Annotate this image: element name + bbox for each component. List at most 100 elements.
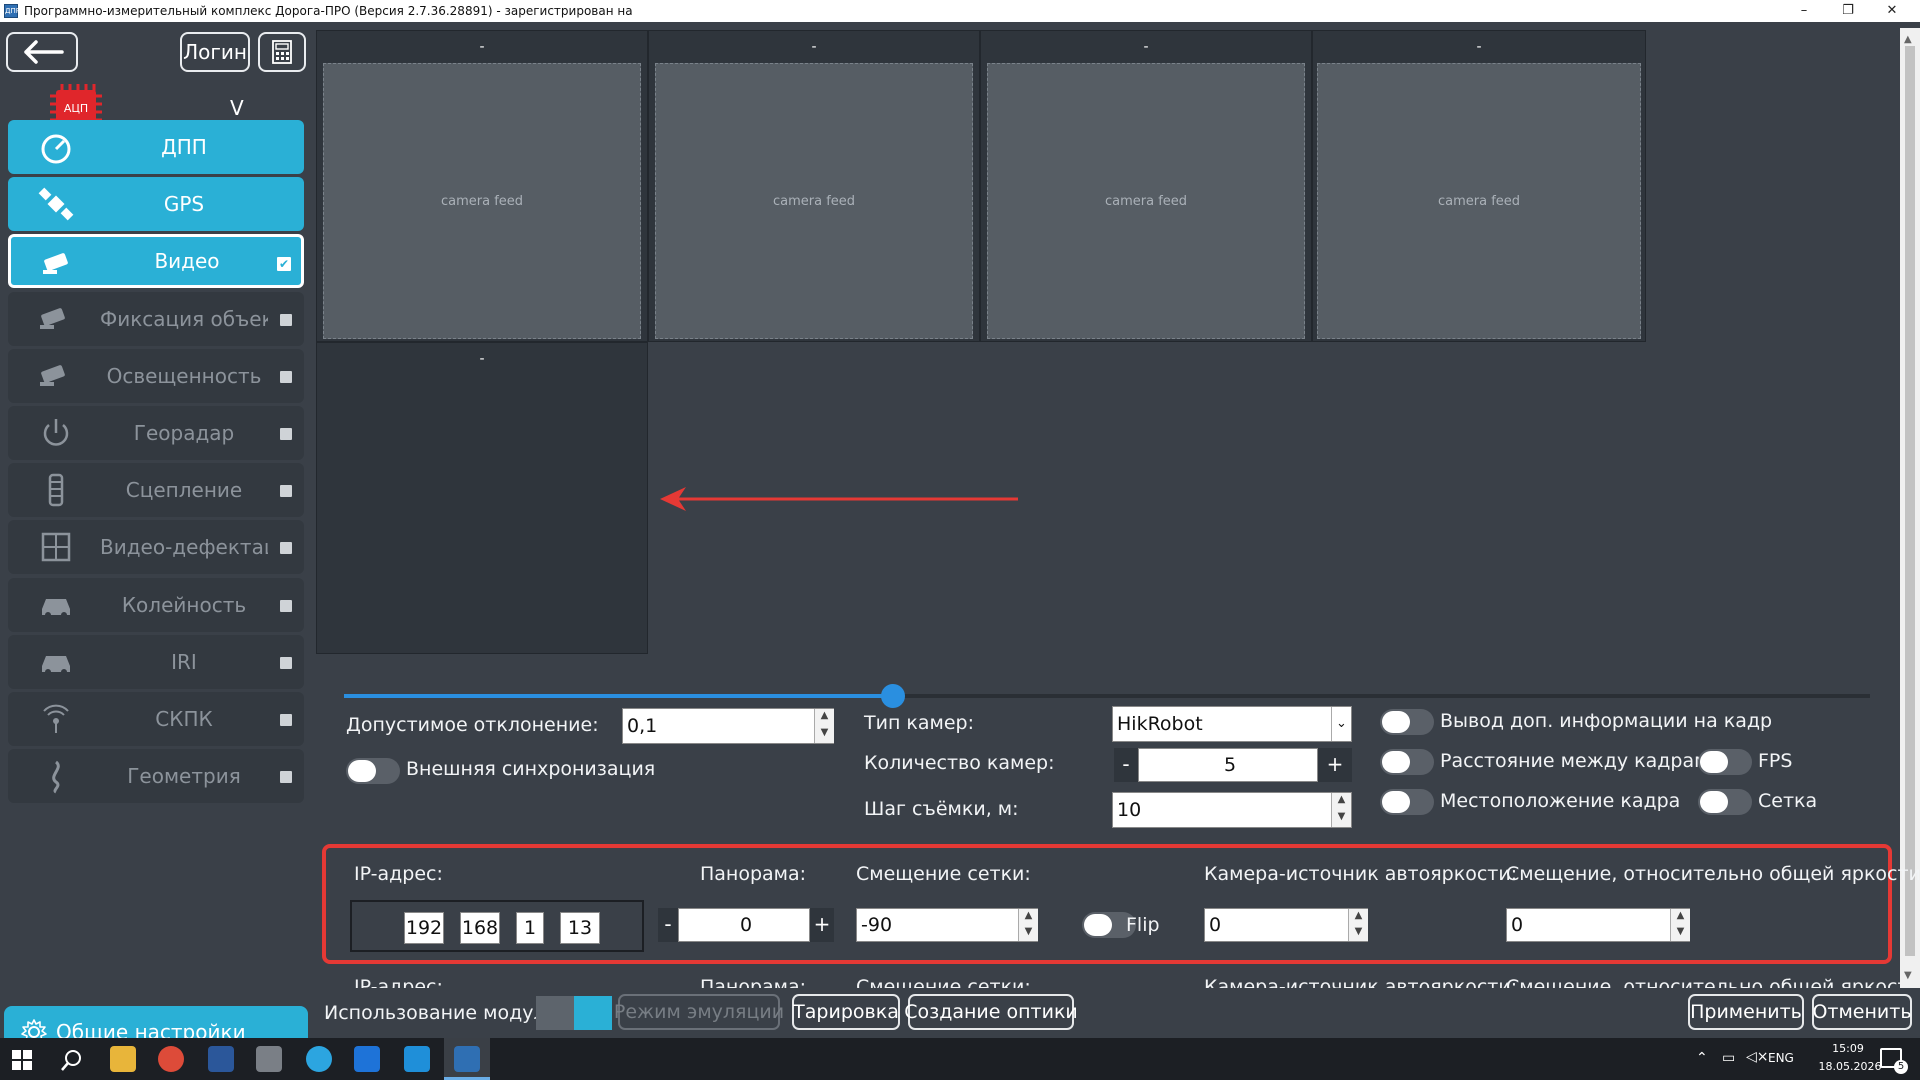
use-module-toggle[interactable] [536, 996, 612, 1030]
camera-count-plus-button[interactable]: + [1318, 748, 1352, 782]
camera-cell-5[interactable]: - [316, 342, 648, 654]
autobright-input[interactable]: 0 [1204, 908, 1368, 942]
ip-octet-1[interactable]: 192 [404, 912, 444, 944]
calibration-button[interactable]: Тарировка [792, 994, 900, 1030]
tray-chevron-icon[interactable]: ⌃ [1696, 1050, 1708, 1066]
grid-offset-input[interactable]: -90 [856, 908, 1038, 942]
apply-button[interactable]: Применить [1688, 994, 1804, 1030]
language-indicator[interactable]: ENG [1768, 1051, 1794, 1065]
frame-slider[interactable] [344, 684, 1870, 708]
sidebar-item-7[interactable]: Видео-дефектация [8, 520, 304, 575]
slider-thumb[interactable] [881, 684, 906, 708]
minimize-button[interactable]: – [1782, 0, 1826, 22]
module-checkbox[interactable] [280, 313, 292, 326]
calculator-button[interactable] [258, 32, 306, 72]
window-icon[interactable] [256, 1046, 282, 1072]
spin-up-icon[interactable]: ▲ [1671, 909, 1690, 925]
file-explorer-icon[interactable] [110, 1046, 136, 1072]
camera-count-input[interactable]: 5 [1138, 748, 1318, 782]
network-icon[interactable]: ▭ [1722, 1050, 1735, 1066]
spin-down-icon[interactable]: ▼ [1671, 925, 1690, 941]
maximize-button[interactable]: ❐ [1826, 0, 1870, 22]
bright-offset-spinner[interactable]: ▲ ▼ [1670, 909, 1690, 941]
module-checkbox[interactable] [280, 542, 292, 555]
sidebar-item-9[interactable]: IRI [8, 634, 304, 689]
cancel-button[interactable]: Отменить [1812, 994, 1912, 1030]
autobright-spinner[interactable]: ▲ ▼ [1348, 909, 1368, 941]
module-checkbox[interactable] [280, 771, 292, 784]
tolerance-spinner[interactable]: ▲ ▼ [814, 709, 834, 743]
module-checkbox[interactable] [280, 599, 292, 612]
sidebar-item-8[interactable]: Колейность [8, 577, 304, 632]
sidebar-item-10[interactable]: СКПК [8, 692, 304, 746]
camera-icon [40, 307, 65, 329]
camera-cell-3[interactable]: - camera feed [980, 30, 1312, 342]
ip-octet-4[interactable]: 13 [560, 912, 600, 944]
module-checkbox[interactable]: ✔ [277, 257, 291, 272]
ip-address-field[interactable]: 192 168 1 13 [350, 900, 644, 952]
sidebar-item-3[interactable]: Фиксация объектов [8, 291, 304, 346]
spin-down-icon[interactable]: ▼ [1019, 925, 1038, 941]
search-icon[interactable] [60, 1048, 84, 1072]
telegram-icon[interactable] [306, 1046, 332, 1072]
panorama-minus-button[interactable]: - [658, 908, 678, 942]
spin-down-icon[interactable]: ▼ [815, 726, 834, 743]
camera-cell-1[interactable]: - camera feed [316, 30, 648, 342]
shot-step-input[interactable]: 10 [1112, 792, 1352, 828]
sidebar-item-11[interactable]: Геометрия [8, 749, 304, 804]
windows-start-icon[interactable] [12, 1050, 32, 1070]
speedometer-icon [41, 134, 71, 164]
calculator-icon [272, 40, 292, 64]
emulation-mode-button[interactable]: Режим эмуляции [614, 994, 784, 1030]
sidebar-item-5[interactable]: Георадар [8, 406, 304, 460]
sidebar-item-0[interactable]: ДПП [8, 120, 304, 174]
spin-up-icon[interactable]: ▲ [1349, 909, 1368, 925]
camera-type-select[interactable]: HikRobot ⌄ [1112, 706, 1352, 742]
active-app-highlight[interactable] [444, 1038, 490, 1080]
camera-cell-2[interactable]: - camera feed [648, 30, 980, 342]
close-button[interactable]: ✕ [1870, 0, 1914, 22]
chrome-icon[interactable] [158, 1046, 184, 1072]
spin-up-icon[interactable]: ▲ [1019, 909, 1038, 925]
ext-sync-toggle[interactable] [346, 758, 400, 784]
grid-toggle[interactable] [1698, 789, 1752, 815]
sidebar-item-1[interactable]: GPS [8, 177, 304, 232]
frame-distance-toggle[interactable] [1380, 749, 1434, 775]
back-button[interactable] [6, 32, 78, 72]
sidebar-item-4[interactable]: Освещенность [8, 348, 304, 403]
vertical-scrollbar[interactable]: ▲ ▼ [1900, 28, 1920, 988]
camera-cell-4[interactable]: - camera feed [1312, 30, 1646, 342]
spin-down-icon[interactable]: ▼ [1332, 810, 1351, 827]
module-checkbox[interactable] [280, 428, 292, 440]
panorama-input[interactable]: 0 [678, 908, 810, 942]
photos-icon[interactable] [404, 1046, 430, 1072]
shot-step-spinner[interactable]: ▲ ▼ [1331, 793, 1351, 827]
onedrive-icon[interactable] [354, 1046, 380, 1072]
overlay-info-toggle[interactable] [1380, 709, 1434, 735]
fps-toggle[interactable] [1698, 749, 1752, 775]
clock-date[interactable]: 18.05.2026 [1812, 1060, 1888, 1073]
module-checkbox[interactable] [280, 656, 292, 669]
create-optics-button[interactable]: Создание оптики [904, 994, 1078, 1030]
tolerance-value: 0,1 [627, 715, 658, 737]
login-button[interactable]: Логин [180, 32, 250, 72]
module-checkbox[interactable] [280, 714, 292, 726]
tolerance-input[interactable]: 0,1 [622, 708, 834, 744]
ip-octet-3[interactable]: 1 [516, 912, 544, 944]
module-checkbox[interactable] [280, 485, 292, 498]
camera-count-minus-button[interactable]: - [1114, 748, 1138, 782]
grid-offset-spinner[interactable]: ▲ ▼ [1018, 909, 1038, 941]
module-checkbox[interactable] [280, 370, 292, 383]
panorama-plus-button[interactable]: + [810, 908, 834, 942]
clock-time[interactable]: 15:09 [1820, 1042, 1876, 1055]
volume-icon[interactable]: ◁× [1746, 1049, 1769, 1065]
spin-down-icon[interactable]: ▼ [1349, 925, 1368, 941]
sidebar-item-2[interactable]: Видео ✔ [8, 234, 304, 289]
ip-octet-2[interactable]: 168 [460, 912, 500, 944]
bright-offset-input[interactable]: 0 [1506, 908, 1690, 942]
word-icon[interactable] [208, 1046, 234, 1072]
sidebar-item-6[interactable]: Сцепление [8, 463, 304, 518]
frame-location-toggle[interactable] [1380, 789, 1434, 815]
spin-up-icon[interactable]: ▲ [815, 709, 834, 726]
spin-up-icon[interactable]: ▲ [1332, 793, 1351, 810]
